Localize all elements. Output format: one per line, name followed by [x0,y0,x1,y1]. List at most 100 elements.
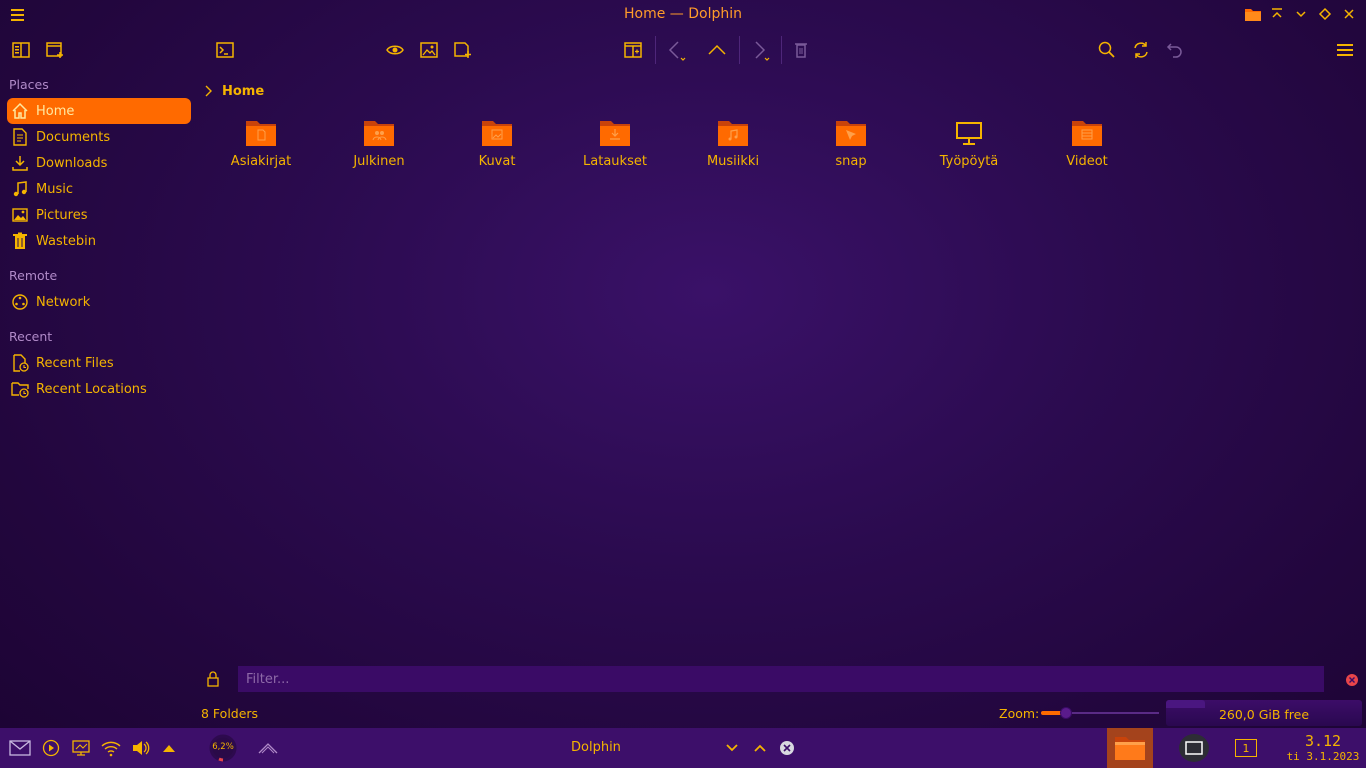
chevron-up-icon[interactable] [257,738,279,758]
terminal-icon[interactable] [213,38,237,62]
picture-icon [10,205,30,225]
media-player-icon[interactable] [40,738,62,758]
sidebar-item-label: Pictures [36,207,88,223]
close-icon[interactable] [1340,5,1358,23]
sidebar-item-home[interactable]: Home [7,98,191,124]
sidebar-item-documents[interactable]: Documents [7,124,191,150]
folder-item[interactable]: Videot [1028,118,1146,174]
preview-icon[interactable] [383,38,407,62]
back-icon[interactable] [664,38,688,62]
folder-count: 8 Folders [201,706,259,721]
documents-folder-icon [245,118,277,148]
virtual-desktop-pager[interactable]: 1 [1235,739,1257,757]
clock-time[interactable]: 3.12 [1283,732,1363,750]
public-folder-icon [363,118,395,148]
sidebar-item-label: Downloads [36,155,108,171]
mail-icon[interactable] [9,738,31,758]
status-bar: 8 Folders Zoom: 260,0 GiB free [198,700,1366,726]
cpu-monitor[interactable]: 6,2% [207,733,239,763]
new-tab-icon[interactable] [43,38,67,62]
zoom-handle[interactable] [1060,707,1072,719]
cpu-usage-text: 6,2% [212,742,234,752]
app-folder-icon [1244,5,1262,23]
folder-name: Asiakirjat [230,154,292,169]
pictures-folder-icon [481,118,513,148]
forward-icon[interactable] [748,38,772,62]
clear-filter-icon[interactable] [1345,672,1359,686]
chevron-right-icon[interactable] [204,84,214,98]
home-icon [10,101,30,121]
sidebar-item-wastebin[interactable]: Wastebin [7,228,191,254]
image-view-icon[interactable] [417,38,441,62]
folder-item[interactable]: Musiikki [674,118,792,174]
folder-item[interactable]: Julkinen [320,118,438,174]
hamburger-menu-icon[interactable] [1333,38,1357,62]
tray-expand-icon[interactable] [158,738,180,758]
section-recent: Recent [9,329,53,344]
toolbar-separator [655,36,656,64]
folder-item[interactable]: Asiakirjat [202,118,320,174]
download-icon [10,153,30,173]
lock-icon[interactable] [206,671,220,687]
filter-input[interactable] [238,666,1324,692]
sidebar-item-recent-files[interactable]: Recent Files [7,350,191,376]
reload-icon[interactable] [1129,38,1153,62]
toolbar [0,32,1366,68]
chevron-down-icon[interactable] [724,739,740,757]
dolphin-task-button[interactable] [1107,728,1153,768]
keep-above-icon[interactable] [1268,5,1286,23]
minimize-icon[interactable] [1292,5,1310,23]
window-controls [1244,5,1358,23]
desktop-icon [953,118,985,148]
volume-icon[interactable] [130,738,152,758]
folder-item[interactable]: Lataukset [556,118,674,174]
active-window-title[interactable]: Dolphin [571,740,621,755]
places-panel-icon[interactable] [9,38,33,62]
display-icon[interactable] [70,738,92,758]
section-remote: Remote [9,268,58,283]
document-icon [10,127,30,147]
sidebar-item-downloads[interactable]: Downloads [7,150,191,176]
folder-item[interactable]: Työpöytä [910,118,1028,174]
section-places: Places [9,77,49,92]
chevron-up-icon[interactable] [752,739,768,757]
sidebar-item-music[interactable]: Music [7,176,191,202]
sidebar-item-label: Music [36,181,73,197]
sidebar-item-recent-locations[interactable]: Recent Locations [7,376,191,402]
split-view-icon[interactable] [621,38,645,62]
search-icon[interactable] [1095,38,1119,62]
folder-name: Musiikki [706,154,760,169]
sidebar-item-label: Recent Files [36,355,114,371]
folder-item[interactable]: snap [792,118,910,174]
network-icon [10,292,30,312]
zoom-slider[interactable] [1041,706,1159,720]
folder-icon [1115,737,1145,760]
recent-files-icon [10,353,30,373]
sidebar-item-network[interactable]: Network [7,289,191,315]
free-space-text: 260,0 GiB free [1218,707,1310,722]
up-icon[interactable] [705,38,729,62]
sidebar-item-label: Home [36,103,75,119]
folder-item[interactable]: Kuvat [438,118,556,174]
free-space-indicator: 260,0 GiB free [1166,700,1362,726]
videos-folder-icon [1071,118,1103,148]
new-folder-icon[interactable] [451,38,475,62]
sidebar-item-label: Wastebin [36,233,96,249]
trash-icon[interactable] [789,38,813,62]
music-folder-icon [717,118,749,148]
sidebar-item-pictures[interactable]: Pictures [7,202,191,228]
undo-icon[interactable] [1163,38,1187,62]
maximize-icon[interactable] [1316,5,1334,23]
taskbar: 6,2% Dolphin 1 3.12 ti 3.1.2023 [0,728,1366,768]
show-desktop-button[interactable] [1179,734,1209,762]
zoom-label: Zoom: [999,706,1040,721]
music-icon [10,179,30,199]
breadcrumb-home[interactable]: Home [222,84,264,99]
window-title: Home — Dolphin [623,6,742,22]
close-window-icon[interactable] [779,739,795,757]
folder-name: Lataukset [583,154,647,169]
wifi-icon[interactable] [100,738,122,758]
recent-locations-icon [10,379,30,399]
filter-bar [198,664,1366,694]
clock-date[interactable]: ti 3.1.2023 [1283,750,1363,763]
